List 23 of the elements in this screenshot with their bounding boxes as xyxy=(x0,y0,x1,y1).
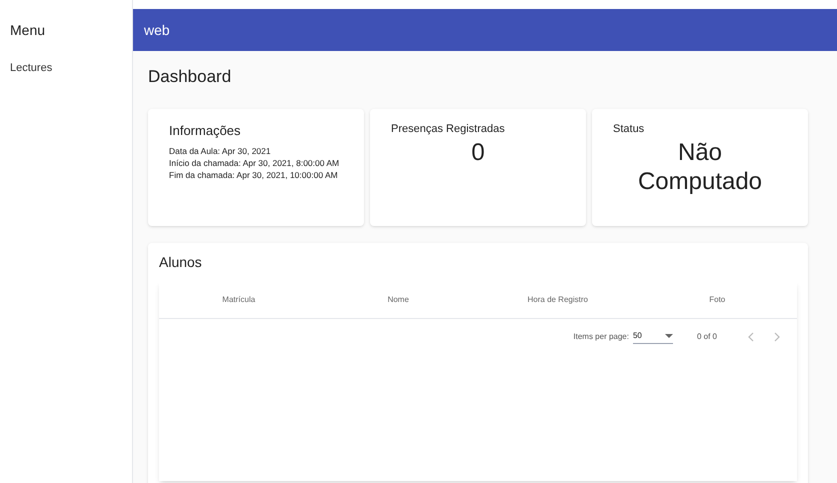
column-header: Nome xyxy=(388,294,409,306)
sidebar-link[interactable]: Lectures xyxy=(10,60,52,76)
dropdown-icon xyxy=(664,334,673,338)
card-title: Status xyxy=(613,122,644,137)
items-per-page-label: Items per page: xyxy=(573,331,629,343)
card-title: Alunos xyxy=(159,253,202,272)
info-text: Início da chamada: Apr 30, 2021, 8:00:00 AM xyxy=(169,156,340,168)
page-title: Dashboard xyxy=(148,66,232,88)
info-text: Data da Aula: Apr 30, 2021 xyxy=(169,144,272,156)
column-header: Matrícula xyxy=(222,294,256,306)
card-title: Informações xyxy=(169,122,242,140)
info-text: Fim da chamada: Apr 30, 2021, 10:00:00 AM xyxy=(169,168,339,180)
app-title: web xyxy=(144,20,170,40)
chevron-left-icon xyxy=(748,332,754,342)
card-title: Presenças Registradas xyxy=(391,122,505,137)
sidebar-title: Menu xyxy=(10,21,46,40)
stat-value: 0 xyxy=(471,138,485,166)
stat-value: Não Computado xyxy=(636,138,764,196)
page-size-select[interactable]: 50 xyxy=(632,330,673,344)
column-header: Hora de Registro xyxy=(528,294,588,306)
chevron-right-icon xyxy=(774,332,780,342)
column-header: Foto xyxy=(709,294,726,306)
page-range: 0 of 0 xyxy=(696,331,717,343)
